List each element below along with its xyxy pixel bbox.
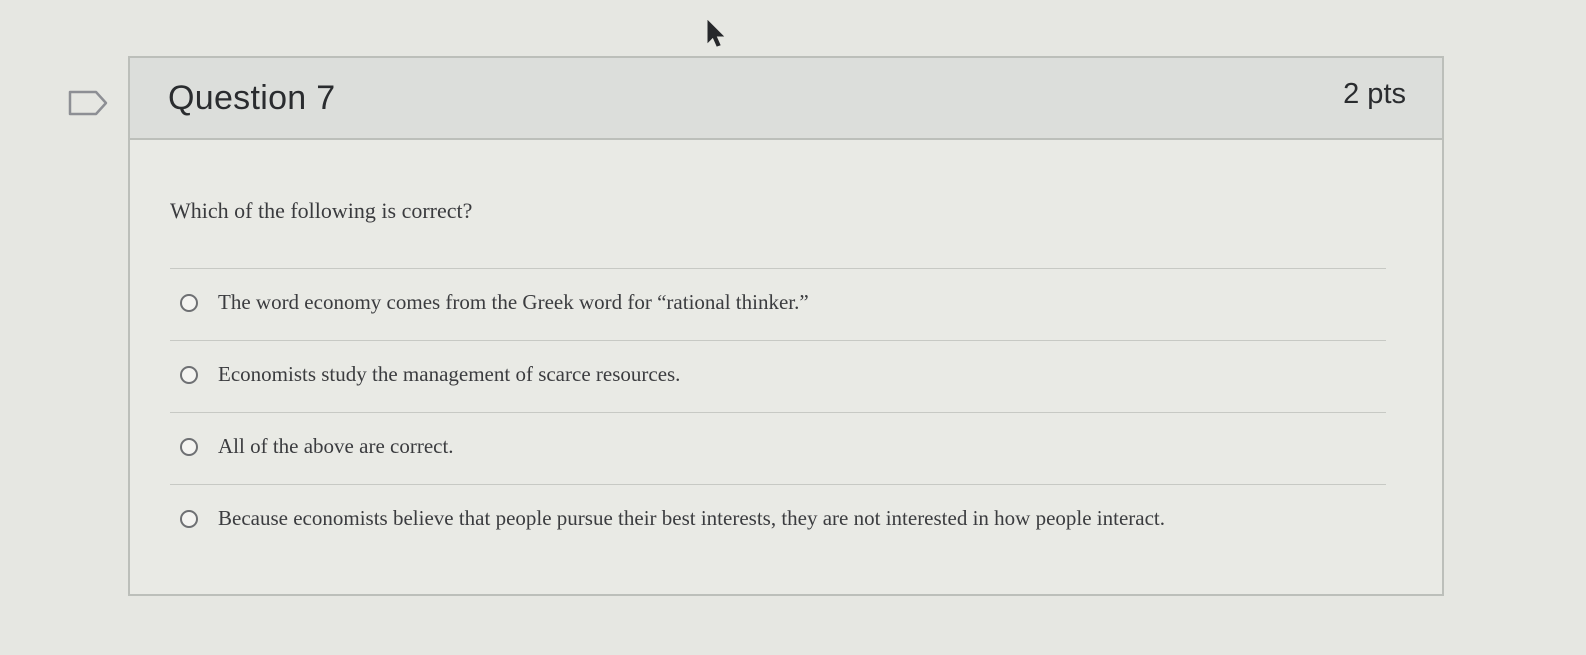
question-card: Question 7 2 pts Which of the following … bbox=[128, 56, 1444, 596]
radio-button[interactable] bbox=[180, 438, 198, 456]
radio-button[interactable] bbox=[180, 510, 198, 528]
answer-option[interactable]: Because economists believe that people p… bbox=[170, 485, 1386, 556]
radio-button[interactable] bbox=[180, 294, 198, 312]
radio-button[interactable] bbox=[180, 366, 198, 384]
answer-list: The word economy comes from the Greek wo… bbox=[170, 268, 1386, 556]
answer-option[interactable]: The word economy comes from the Greek wo… bbox=[170, 269, 1386, 341]
question-prompt: Which of the following is correct? bbox=[170, 198, 473, 223]
question-title: Question 7 bbox=[168, 78, 336, 117]
question-header: Question 7 2 pts bbox=[130, 58, 1442, 140]
answer-label[interactable]: The word economy comes from the Greek wo… bbox=[218, 283, 809, 321]
question-body: Which of the following is correct? The w… bbox=[130, 140, 1442, 556]
flag-question-icon[interactable] bbox=[68, 90, 108, 116]
answer-option[interactable]: Economists study the management of scarc… bbox=[170, 341, 1386, 413]
question-points: 2 pts bbox=[1343, 77, 1406, 110]
answer-option[interactable]: All of the above are correct. bbox=[170, 413, 1386, 485]
answer-label[interactable]: All of the above are correct. bbox=[218, 427, 454, 465]
mouse-pointer-icon bbox=[707, 20, 725, 47]
answer-label[interactable]: Because economists believe that people p… bbox=[218, 499, 1165, 537]
answer-label[interactable]: Economists study the management of scarc… bbox=[218, 355, 680, 393]
